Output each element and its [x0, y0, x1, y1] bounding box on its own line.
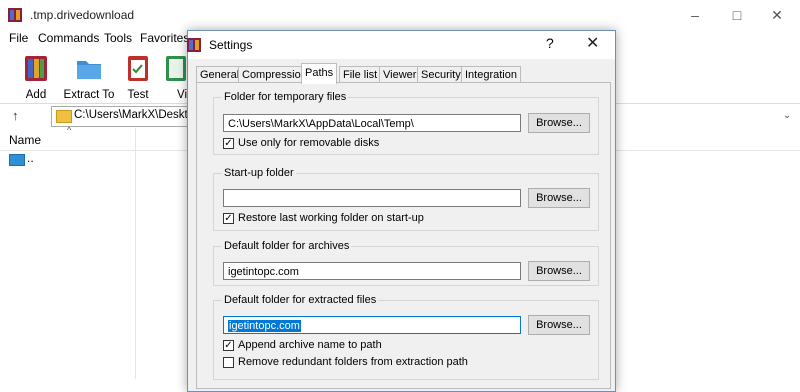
- dialog-title: Settings: [209, 38, 253, 52]
- dialog-titlebar[interactable]: Settings ? ✕: [187, 31, 615, 59]
- extracted-folder-title: Default folder for extracted files: [222, 294, 379, 306]
- toolbar-extract-label: Extract To: [63, 89, 115, 101]
- winrar-logo-icon: [8, 8, 22, 22]
- menu-file[interactable]: File: [9, 31, 28, 45]
- checkbox-box[interactable]: ✓: [223, 340, 234, 351]
- selected-text: igetintopc.com: [228, 320, 301, 332]
- checkbox-box[interactable]: ✓: [223, 213, 234, 224]
- startup-browse-button[interactable]: Browse...: [528, 188, 590, 208]
- extracted-browse-button[interactable]: Browse...: [528, 315, 590, 335]
- parent-folder-icon: [9, 154, 25, 166]
- tab-integration[interactable]: Integration: [461, 66, 521, 83]
- startup-folder-input[interactable]: [223, 189, 521, 207]
- menu-commands[interactable]: Commands: [38, 31, 99, 45]
- extracted-folder-group: Default folder for extracted files igeti…: [213, 294, 599, 380]
- toolbar-add-label: Add: [25, 89, 47, 101]
- archives-folder-group: Default folder for archives igetintopc.c…: [213, 240, 599, 286]
- extract-folder-icon: [77, 61, 101, 79]
- temp-folder-input[interactable]: C:\Users\MarkX\AppData\Local\Temp\: [223, 114, 521, 132]
- checkbox-box[interactable]: ✓: [223, 138, 234, 149]
- app-titlebar[interactable]: .tmp.drivedownload – □ ✕: [0, 0, 800, 31]
- sort-ascending-icon: ^: [67, 125, 72, 135]
- checkbox-label: Use only for removable disks: [238, 137, 380, 149]
- view-book-icon: [166, 56, 186, 81]
- checkbox-box[interactable]: [223, 357, 234, 368]
- address-field[interactable]: C:\Users\MarkX\Desktop: [51, 106, 201, 127]
- minimize-button[interactable]: –: [680, 4, 710, 26]
- toolbar-test-button[interactable]: Test: [115, 51, 161, 101]
- window-close-button[interactable]: ✕: [762, 4, 792, 26]
- maximize-button[interactable]: □: [722, 4, 752, 26]
- archives-folder-input[interactable]: igetintopc.com: [223, 262, 521, 280]
- toolbar-add-button[interactable]: Add: [13, 51, 59, 101]
- temp-folder-group: Folder for temporary files C:\Users\Mark…: [213, 91, 599, 155]
- help-button[interactable]: ?: [546, 35, 554, 51]
- paths-tab-panel: Folder for temporary files C:\Users\Mark…: [196, 82, 611, 389]
- folder-icon: [56, 110, 72, 123]
- checkbox-label: Append archive name to path: [238, 339, 382, 351]
- toolbar-view-label: Vi: [177, 89, 188, 101]
- archives-folder-title: Default folder for archives: [222, 240, 352, 252]
- settings-tabs: General Compression Paths File list View…: [196, 63, 611, 84]
- list-item-label: ..: [27, 151, 34, 165]
- checkbox-label: Remove redundant folders from extraction…: [238, 356, 468, 368]
- tab-viewer[interactable]: Viewer: [379, 66, 421, 83]
- extracted-folder-input[interactable]: igetintopc.com: [223, 316, 521, 334]
- column-name-header[interactable]: Name: [9, 133, 41, 147]
- temp-folder-title: Folder for temporary files: [222, 91, 349, 103]
- app-title: .tmp.drivedownload: [30, 8, 135, 22]
- menu-favorites[interactable]: Favorites: [140, 31, 189, 45]
- toolbar-test-label: Test: [127, 89, 149, 101]
- tab-paths[interactable]: Paths: [301, 63, 338, 84]
- menu-tools[interactable]: Tools: [104, 31, 132, 45]
- startup-folder-group: Start-up folder Browse... ✓ Restore last…: [213, 167, 599, 231]
- tab-general[interactable]: General: [196, 66, 244, 83]
- archives-browse-button[interactable]: Browse...: [528, 261, 590, 281]
- tab-compression[interactable]: Compression: [238, 66, 311, 83]
- settings-dialog: Settings ? ✕ General Compression Paths F…: [187, 30, 616, 392]
- dialog-close-button[interactable]: ✕: [586, 33, 599, 53]
- toolbar-extract-button[interactable]: Extract To: [63, 51, 115, 101]
- up-one-level-icon[interactable]: ↑: [12, 108, 19, 123]
- tab-file-list[interactable]: File list: [339, 66, 382, 83]
- toolbar-view-button[interactable]: Vi: [160, 51, 188, 101]
- startup-folder-title: Start-up folder: [222, 167, 296, 179]
- test-clipboard-icon: [128, 56, 148, 81]
- add-archive-icon: [25, 56, 47, 81]
- column-divider[interactable]: [135, 128, 136, 379]
- address-text: C:\Users\MarkX\Desktop: [74, 109, 201, 121]
- address-dropdown-icon[interactable]: ⌄: [783, 110, 794, 121]
- tab-security[interactable]: Security: [417, 66, 465, 83]
- checkbox-label: Restore last working folder on start-up: [238, 212, 424, 224]
- winrar-logo-icon: [187, 38, 201, 52]
- temp-browse-button[interactable]: Browse...: [528, 113, 590, 133]
